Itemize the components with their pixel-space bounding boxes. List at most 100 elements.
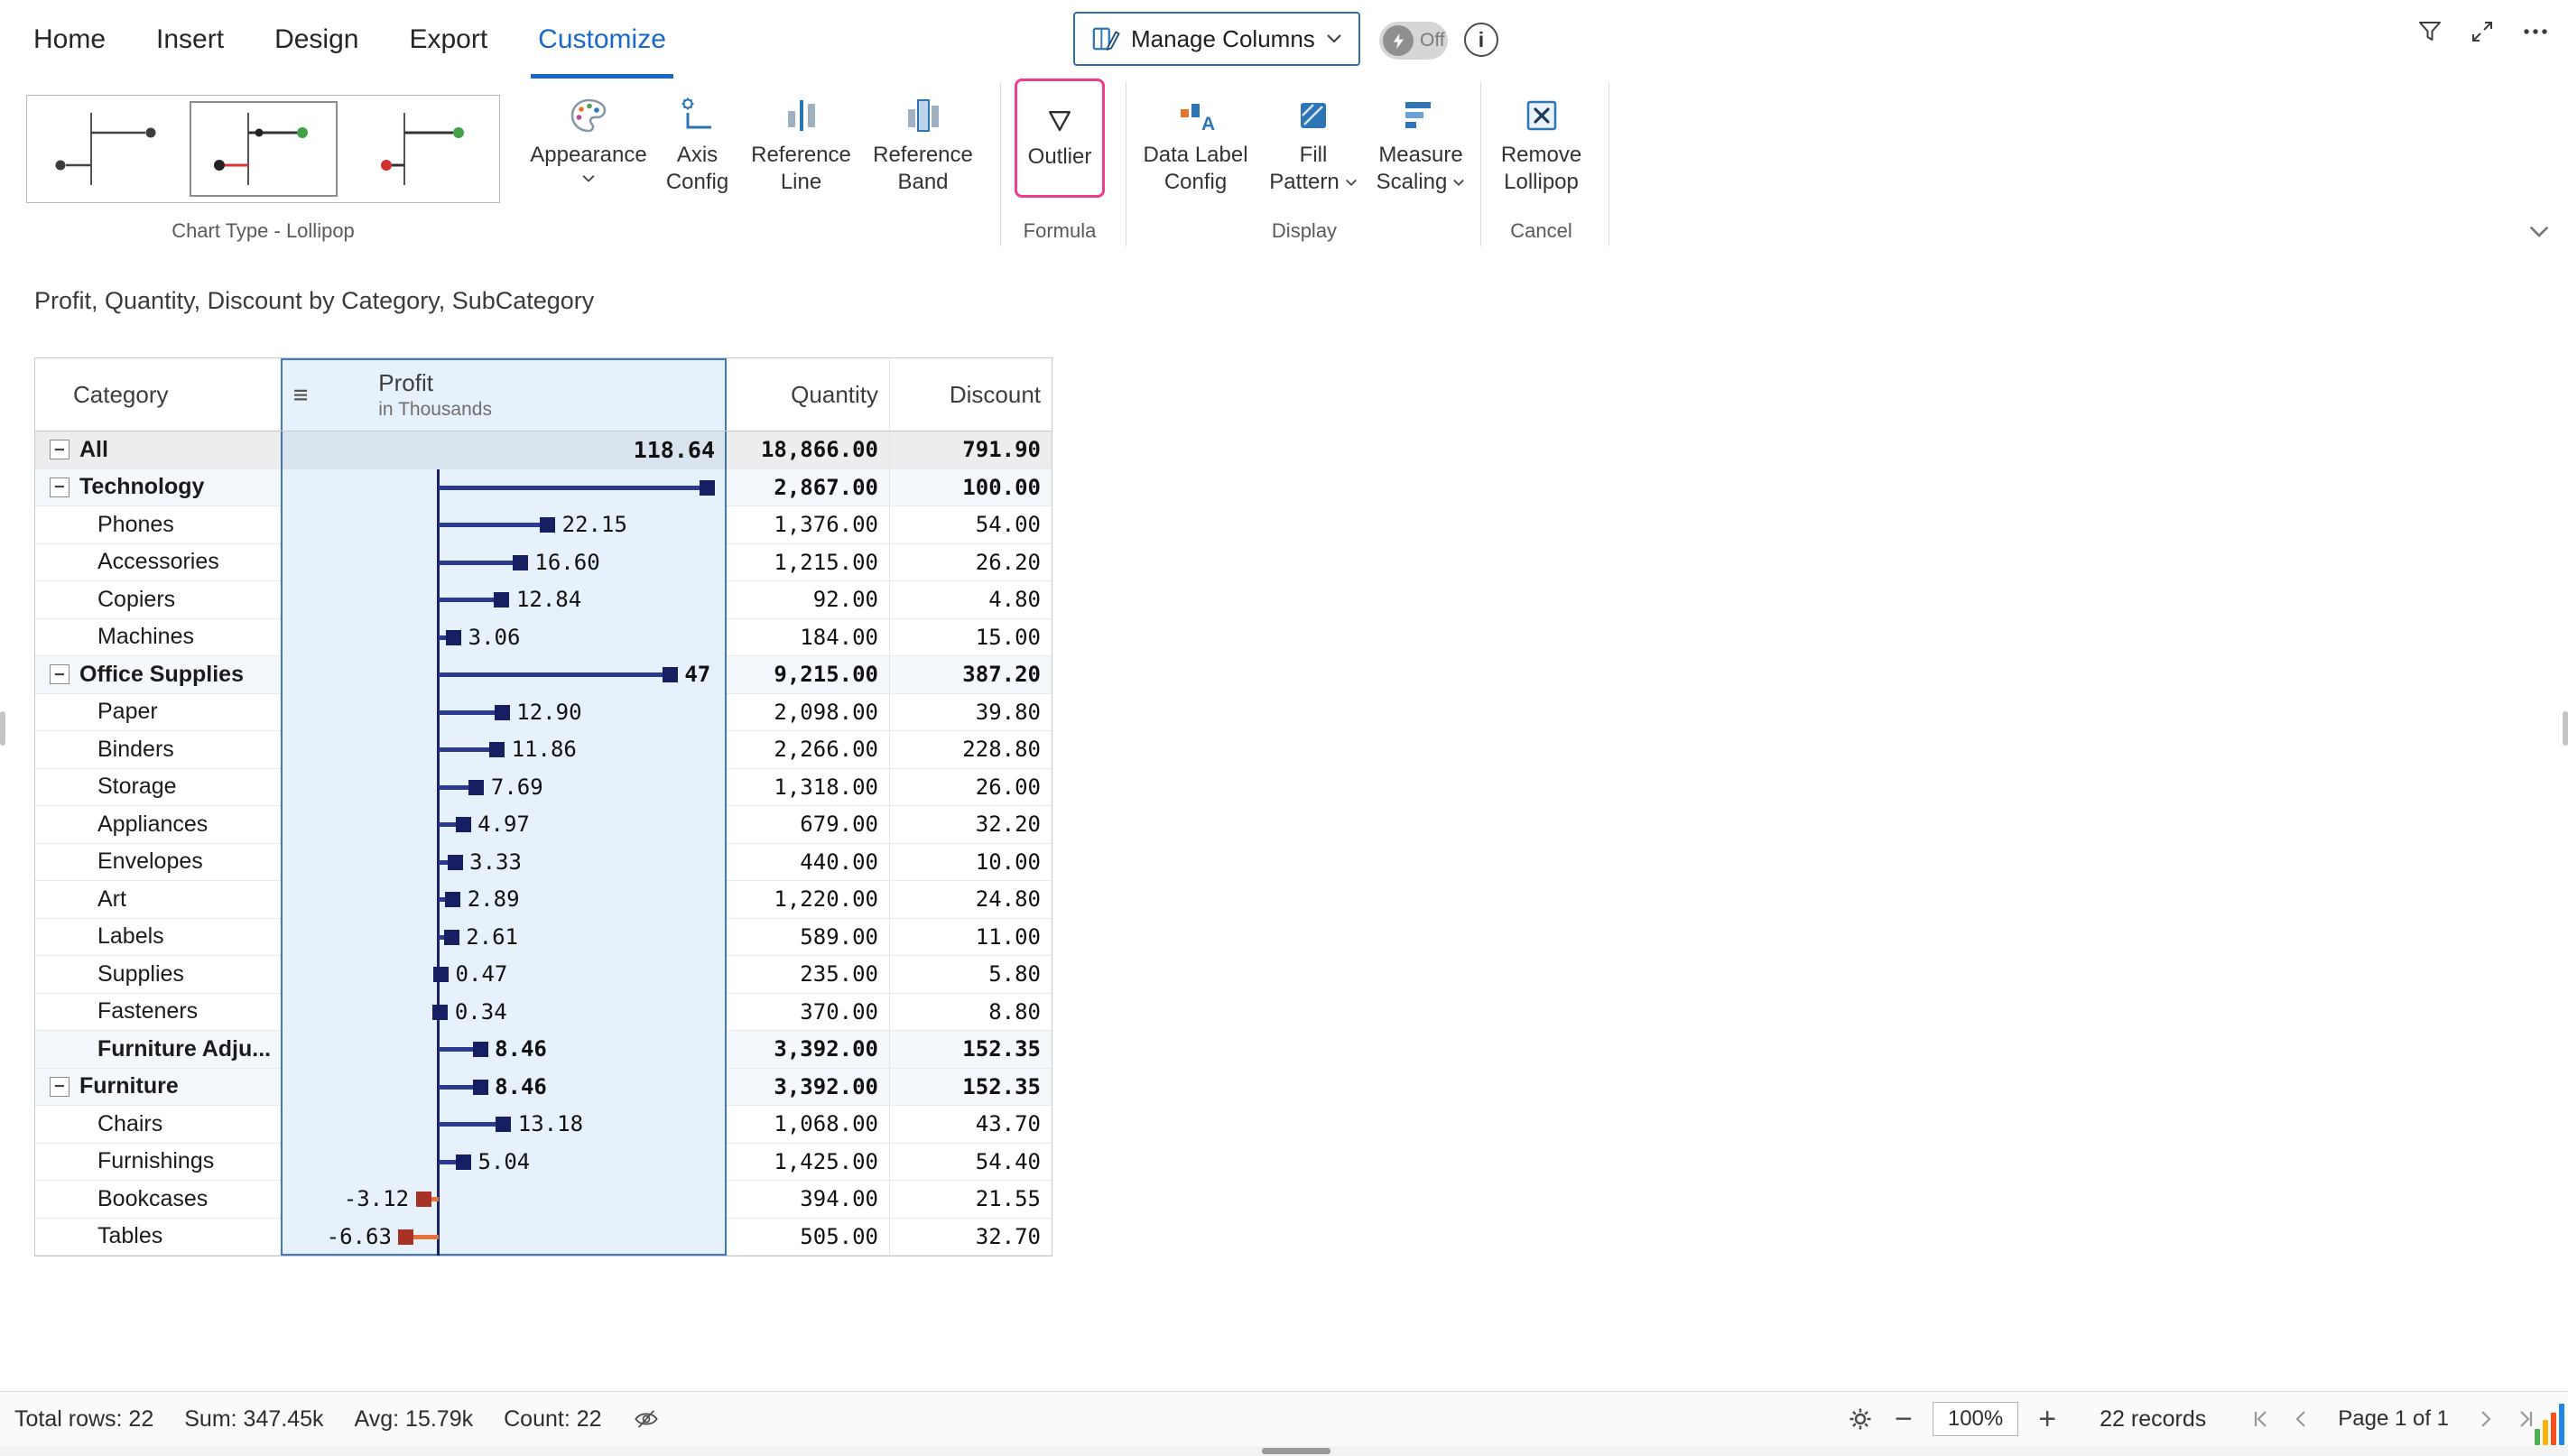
focus-mode-icon[interactable] bbox=[2469, 18, 2496, 45]
lollipop-marker[interactable] bbox=[446, 630, 461, 645]
table-row[interactable]: Supplies0.47235.005.80 bbox=[35, 956, 1052, 994]
category-cell[interactable]: Fasteners bbox=[35, 994, 281, 1032]
zoom-in-button[interactable]: + bbox=[2038, 1404, 2056, 1434]
discount-cell[interactable]: 5.80 bbox=[889, 956, 1052, 994]
lollipop-marker[interactable] bbox=[495, 705, 510, 720]
discount-cell[interactable]: 39.80 bbox=[889, 694, 1052, 732]
column-header-quantity[interactable]: Quantity bbox=[727, 358, 889, 431]
collapse-toggle-icon[interactable]: − bbox=[50, 1077, 70, 1097]
discount-cell[interactable]: 791.90 bbox=[889, 431, 1052, 469]
profit-cell[interactable]: 2.61 bbox=[281, 919, 727, 957]
collapse-toggle-icon[interactable]: − bbox=[50, 478, 70, 497]
discount-cell[interactable]: 10.00 bbox=[889, 844, 1052, 882]
lollipop-marker[interactable] bbox=[444, 930, 459, 945]
quantity-cell[interactable]: 235.00 bbox=[727, 956, 889, 994]
horizontal-scrollbar[interactable] bbox=[0, 1446, 2568, 1456]
category-cell[interactable]: Machines bbox=[35, 619, 281, 657]
lollipop-stick[interactable] bbox=[439, 710, 502, 715]
appearance-button[interactable]: Appearance bbox=[521, 93, 656, 183]
discount-cell[interactable]: 24.80 bbox=[889, 881, 1052, 919]
table-row[interactable]: Storage7.691,318.0026.00 bbox=[35, 769, 1052, 807]
lollipop-stick[interactable] bbox=[439, 598, 502, 602]
table-row[interactable]: Art2.891,220.0024.80 bbox=[35, 881, 1052, 919]
category-cell[interactable]: −Technology bbox=[35, 469, 281, 507]
profit-cell[interactable]: 11.86 bbox=[281, 731, 727, 769]
discount-cell[interactable]: 32.20 bbox=[889, 806, 1052, 844]
profit-cell[interactable]: 4.97 bbox=[281, 806, 727, 844]
ribbon-collapse-icon[interactable] bbox=[2527, 225, 2551, 244]
table-row[interactable]: Machines3.06184.0015.00 bbox=[35, 619, 1052, 657]
discount-cell[interactable]: 387.20 bbox=[889, 656, 1052, 694]
lollipop-marker[interactable] bbox=[700, 480, 715, 496]
table-row[interactable]: −Office Supplies479,215.00387.20 bbox=[35, 656, 1052, 694]
profit-cell[interactable]: -6.63 bbox=[281, 1219, 727, 1257]
table-row[interactable]: Chairs13.181,068.0043.70 bbox=[35, 1106, 1052, 1144]
table-row[interactable]: Labels2.61589.0011.00 bbox=[35, 919, 1052, 957]
table-row[interactable]: Appliances4.97679.0032.20 bbox=[35, 806, 1052, 844]
discount-cell[interactable]: 11.00 bbox=[889, 919, 1052, 957]
quantity-cell[interactable]: 1,220.00 bbox=[727, 881, 889, 919]
visual-resize-handle-left[interactable] bbox=[0, 711, 5, 746]
interaction-off-toggle[interactable]: Off bbox=[1379, 22, 1448, 60]
category-cell[interactable]: Envelopes bbox=[35, 844, 281, 882]
discount-cell[interactable]: 54.40 bbox=[889, 1144, 1052, 1182]
previous-page-icon[interactable] bbox=[2291, 1408, 2313, 1430]
discount-cell[interactable]: 26.00 bbox=[889, 769, 1052, 807]
lollipop-marker[interactable] bbox=[494, 592, 509, 607]
discount-cell[interactable]: 32.70 bbox=[889, 1219, 1052, 1257]
profit-cell[interactable]: 2.89 bbox=[281, 881, 727, 919]
quantity-cell[interactable]: 3,392.00 bbox=[727, 1069, 889, 1107]
quantity-cell[interactable]: 2,266.00 bbox=[727, 731, 889, 769]
discount-cell[interactable]: 21.55 bbox=[889, 1181, 1052, 1219]
settings-gear-icon[interactable] bbox=[1846, 1405, 1875, 1433]
table-row[interactable]: Bookcases-3.12394.0021.55 bbox=[35, 1181, 1052, 1219]
profit-cell[interactable]: 0.34 bbox=[281, 994, 727, 1032]
discount-cell[interactable]: 26.20 bbox=[889, 544, 1052, 582]
lollipop-stick[interactable] bbox=[439, 1122, 504, 1127]
category-cell[interactable]: Chairs bbox=[35, 1106, 281, 1144]
discount-cell[interactable]: 54.00 bbox=[889, 506, 1052, 544]
quantity-cell[interactable]: 2,867.00 bbox=[727, 469, 889, 507]
profit-cell[interactable]: 8.46 bbox=[281, 1031, 727, 1069]
column-header-profit[interactable]: ≡ Profit in Thousands bbox=[281, 358, 727, 431]
column-header-discount[interactable]: Discount bbox=[889, 358, 1052, 431]
discount-cell[interactable]: 152.35 bbox=[889, 1069, 1052, 1107]
chart-type-option-3[interactable] bbox=[346, 101, 494, 197]
lollipop-marker[interactable] bbox=[513, 555, 528, 570]
category-cell[interactable]: Storage bbox=[35, 769, 281, 807]
quantity-cell[interactable]: 394.00 bbox=[727, 1181, 889, 1219]
drag-handle-icon[interactable]: ≡ bbox=[293, 381, 308, 409]
profit-cell[interactable]: 7.69 bbox=[281, 769, 727, 807]
chart-type-option-2-selected[interactable] bbox=[190, 101, 338, 197]
table-row[interactable]: Furniture Adju...8.463,392.00152.35 bbox=[35, 1031, 1052, 1069]
profit-cell[interactable]: 22.15 bbox=[281, 506, 727, 544]
lollipop-stick[interactable] bbox=[439, 561, 520, 565]
profit-cell[interactable]: 3.06 bbox=[281, 619, 727, 657]
quantity-cell[interactable]: 2,098.00 bbox=[727, 694, 889, 732]
lollipop-marker[interactable] bbox=[468, 780, 484, 795]
info-icon[interactable]: i bbox=[1464, 23, 1498, 57]
category-cell[interactable]: Appliances bbox=[35, 806, 281, 844]
discount-cell[interactable]: 8.80 bbox=[889, 994, 1052, 1032]
lollipop-marker[interactable] bbox=[432, 1005, 448, 1020]
lollipop-marker[interactable] bbox=[456, 817, 471, 832]
discount-cell[interactable]: 152.35 bbox=[889, 1031, 1052, 1069]
discount-cell[interactable]: 4.80 bbox=[889, 581, 1052, 619]
lollipop-marker[interactable] bbox=[496, 1117, 511, 1132]
quantity-cell[interactable]: 1,376.00 bbox=[727, 506, 889, 544]
column-header-category[interactable]: Category bbox=[35, 358, 281, 431]
profit-cell[interactable]: 12.90 bbox=[281, 694, 727, 732]
measure-scaling-button[interactable]: Measure Scaling bbox=[1370, 93, 1471, 196]
lollipop-stick[interactable] bbox=[439, 747, 497, 752]
category-cell[interactable]: Phones bbox=[35, 506, 281, 544]
profit-cell[interactable]: 3.33 bbox=[281, 844, 727, 882]
profit-cell[interactable]: 16.60 bbox=[281, 544, 727, 582]
remove-lollipop-button[interactable]: Remove Lollipop bbox=[1489, 93, 1593, 196]
quantity-cell[interactable]: 1,425.00 bbox=[727, 1144, 889, 1182]
table-row[interactable]: Envelopes3.33440.0010.00 bbox=[35, 844, 1052, 882]
category-cell[interactable]: Furnishings bbox=[35, 1144, 281, 1182]
category-cell[interactable]: Bookcases bbox=[35, 1181, 281, 1219]
profit-cell[interactable]: 8.46 bbox=[281, 1069, 727, 1107]
lollipop-marker[interactable] bbox=[473, 1080, 488, 1095]
quantity-cell[interactable]: 589.00 bbox=[727, 919, 889, 957]
